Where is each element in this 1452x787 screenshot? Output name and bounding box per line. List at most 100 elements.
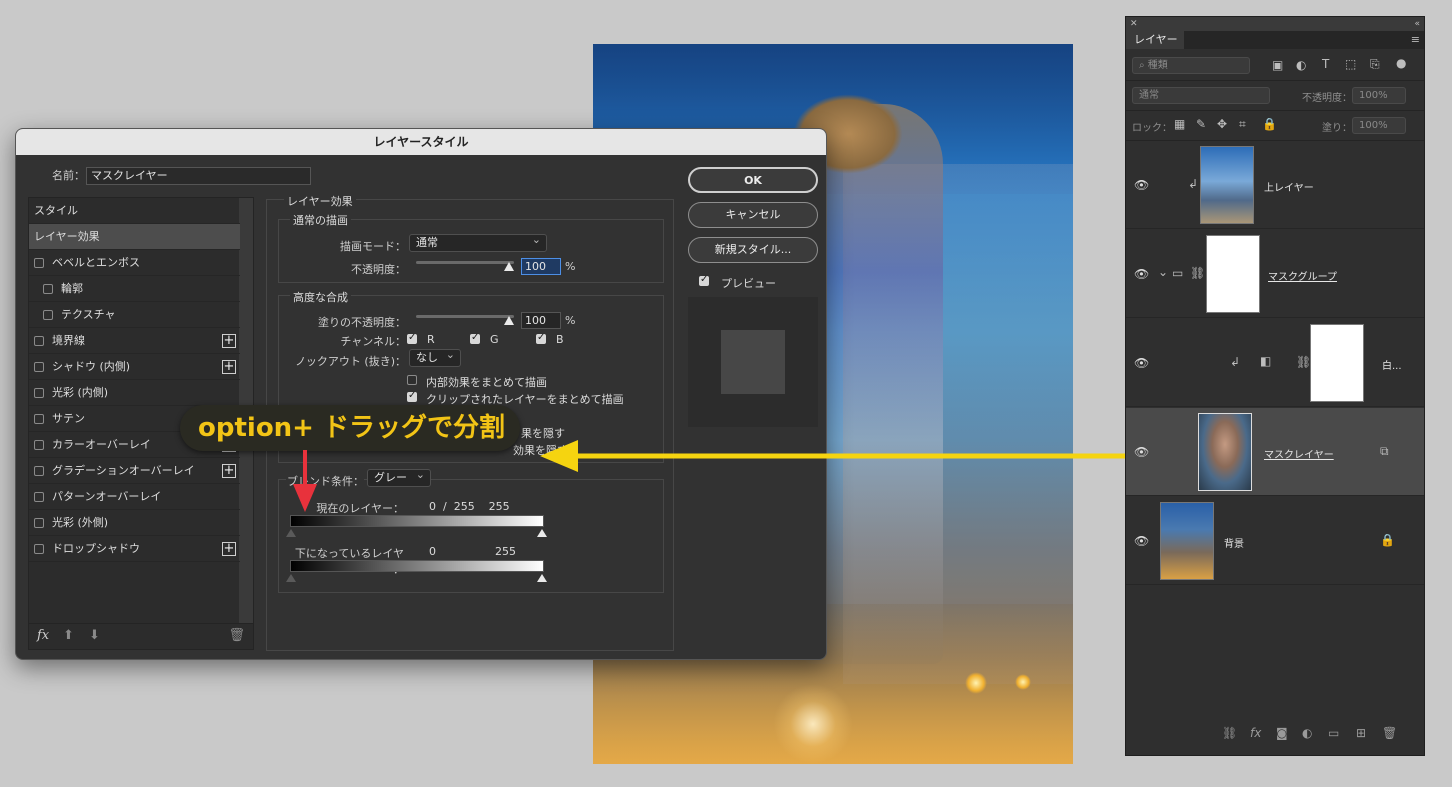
- style-list-item[interactable]: テクスチャ: [29, 302, 240, 328]
- fill-layer-icon: ◧: [1260, 354, 1272, 368]
- opacity-input[interactable]: 100: [521, 258, 561, 275]
- add-effect-icon[interactable]: +: [222, 542, 236, 556]
- name-field[interactable]: マスクレイヤー: [86, 167, 311, 185]
- layer-row-white[interactable]: 👁 ↲ ◧ ⛓ 白...: [1126, 319, 1424, 407]
- layer-row-background[interactable]: 👁 背景 🔒: [1126, 497, 1424, 585]
- style-list-item[interactable]: レイヤー効果: [29, 224, 240, 250]
- smart-object-filter-icon[interactable]: ⎘: [1370, 57, 1380, 72]
- add-effect-icon[interactable]: +: [222, 464, 236, 478]
- collapse-icon[interactable]: «: [1414, 17, 1420, 31]
- style-list-item[interactable]: 光彩 (外側): [29, 510, 240, 536]
- new-group-icon[interactable]: ▭: [1328, 726, 1339, 740]
- lock-artboard-icon[interactable]: ⌗: [1239, 117, 1246, 132]
- channel-g-checkbox[interactable]: [470, 332, 480, 344]
- this-layer-black-slider[interactable]: [286, 529, 296, 537]
- underlying-white-slider[interactable]: [537, 574, 547, 582]
- link-layers-icon[interactable]: ⛓: [1222, 726, 1237, 740]
- arrow-down-icon[interactable]: ⬇: [89, 628, 100, 643]
- style-checkbox[interactable]: [34, 492, 44, 502]
- style-checkbox[interactable]: [34, 258, 44, 268]
- style-list-item[interactable]: ドロップシャドウ +: [29, 536, 240, 562]
- channel-b-checkbox[interactable]: [536, 332, 546, 344]
- kind-filter-select[interactable]: ⌕ 種類: [1132, 57, 1250, 74]
- callout-label: option+ ドラッグで分割: [180, 405, 520, 451]
- opacity-unit: %: [565, 260, 576, 273]
- blend-interior-checkbox[interactable]: [407, 375, 417, 385]
- style-list-item[interactable]: 輪郭: [29, 276, 240, 302]
- preview-checkbox[interactable]: [699, 274, 709, 286]
- layer-row-upper[interactable]: 👁 ↲ 上レイヤー: [1126, 141, 1424, 229]
- text-filter-icon[interactable]: T: [1322, 57, 1329, 71]
- delete-layer-icon[interactable]: 🗑: [1382, 726, 1397, 740]
- knockout-select[interactable]: なし: [409, 347, 461, 367]
- image-filter-icon[interactable]: ▣: [1272, 58, 1283, 72]
- layer-row-mask-layer[interactable]: 👁 マスクレイヤー ⧉: [1126, 408, 1424, 496]
- eye-icon[interactable]: 👁: [1134, 267, 1149, 281]
- style-list-item[interactable]: シャドウ (内側) +: [29, 354, 240, 380]
- style-checkbox[interactable]: [34, 336, 44, 346]
- style-list-item[interactable]: グラデーションオーバーレイ +: [29, 458, 240, 484]
- style-checkbox[interactable]: [34, 440, 44, 450]
- style-checkbox[interactable]: [34, 362, 44, 372]
- style-checkbox[interactable]: [43, 310, 53, 320]
- channel-b-label: B: [556, 333, 564, 346]
- layer-opacity-label: 不透明度：: [1302, 93, 1352, 104]
- new-style-button[interactable]: 新規スタイル...: [688, 237, 818, 263]
- eye-icon[interactable]: 👁: [1134, 356, 1149, 370]
- layer-row-mask-group[interactable]: 👁 ⌄ ▭ ⛓ マスクグループ: [1126, 230, 1424, 318]
- lock-image-icon[interactable]: ✎: [1196, 117, 1206, 131]
- style-list-item[interactable]: 境界線 +: [29, 328, 240, 354]
- new-layer-icon[interactable]: ⊞: [1356, 726, 1366, 740]
- adjustment-layer-icon[interactable]: ◐: [1302, 726, 1312, 740]
- close-icon[interactable]: ✕: [1130, 19, 1138, 29]
- this-layer-white-slider[interactable]: [537, 529, 547, 537]
- fx-icon[interactable]: fx: [37, 628, 49, 643]
- style-list-item[interactable]: ベベルとエンボス: [29, 250, 240, 276]
- style-checkbox[interactable]: [34, 388, 44, 398]
- eye-icon[interactable]: 👁: [1134, 178, 1149, 192]
- underlying-high-value: 255: [495, 545, 516, 558]
- eye-icon[interactable]: 👁: [1134, 534, 1149, 548]
- blend-mode-select[interactable]: 通常: [409, 232, 547, 252]
- style-checkbox[interactable]: [34, 466, 44, 476]
- ok-button[interactable]: OK: [688, 167, 818, 193]
- style-list-item[interactable]: 光彩 (内側): [29, 380, 240, 406]
- channel-r-checkbox[interactable]: [407, 332, 417, 344]
- style-checkbox[interactable]: [34, 414, 44, 424]
- fill-opacity-input[interactable]: 100: [521, 312, 561, 329]
- style-checkbox[interactable]: [34, 544, 44, 554]
- style-list-item[interactable]: パターンオーバーレイ: [29, 484, 240, 510]
- arrow-up-icon[interactable]: ⬆: [63, 628, 74, 643]
- add-effect-icon[interactable]: +: [222, 360, 236, 374]
- adjustment-filter-icon[interactable]: ◐: [1296, 58, 1306, 72]
- fill-opacity-slider[interactable]: [416, 315, 514, 318]
- style-list-item[interactable]: スタイル: [29, 198, 240, 224]
- blend-if-select[interactable]: グレー: [367, 467, 431, 487]
- fill-opacity-slider-thumb[interactable]: [504, 316, 514, 325]
- blend-clipped-checkbox[interactable]: [407, 390, 417, 402]
- eye-icon[interactable]: 👁: [1134, 445, 1149, 459]
- opacity-slider[interactable]: [416, 261, 514, 264]
- add-effect-icon[interactable]: +: [222, 334, 236, 348]
- style-checkbox[interactable]: [43, 284, 53, 294]
- layer-fill-field[interactable]: 100%: [1352, 117, 1406, 134]
- fx-icon[interactable]: fx: [1250, 726, 1261, 740]
- tab-layers[interactable]: レイヤー: [1126, 31, 1184, 49]
- link-icon[interactable]: ⛓: [1296, 355, 1311, 369]
- lock-all-icon[interactable]: 🔒: [1262, 117, 1277, 131]
- style-checkbox[interactable]: [34, 518, 44, 528]
- panel-menu-icon[interactable]: ≡: [1411, 33, 1420, 46]
- cancel-button[interactable]: キャンセル: [688, 202, 818, 228]
- add-mask-icon[interactable]: ◙: [1276, 726, 1288, 740]
- filter-toggle-icon[interactable]: ●: [1396, 56, 1406, 70]
- lock-pixels-icon[interactable]: ▦: [1174, 117, 1185, 131]
- link-icon[interactable]: ⛓: [1190, 266, 1205, 280]
- lock-position-icon[interactable]: ✥: [1217, 117, 1227, 131]
- layer-opacity-field[interactable]: 100%: [1352, 87, 1406, 104]
- shape-filter-icon[interactable]: ⬚: [1345, 57, 1356, 71]
- opacity-slider-thumb[interactable]: [504, 262, 514, 271]
- trash-icon[interactable]: 🗑: [228, 628, 245, 643]
- layer-blend-mode-select[interactable]: 通常: [1132, 87, 1270, 104]
- group-expand-icon[interactable]: ⌄: [1158, 265, 1168, 279]
- underlying-black-slider[interactable]: [286, 574, 296, 582]
